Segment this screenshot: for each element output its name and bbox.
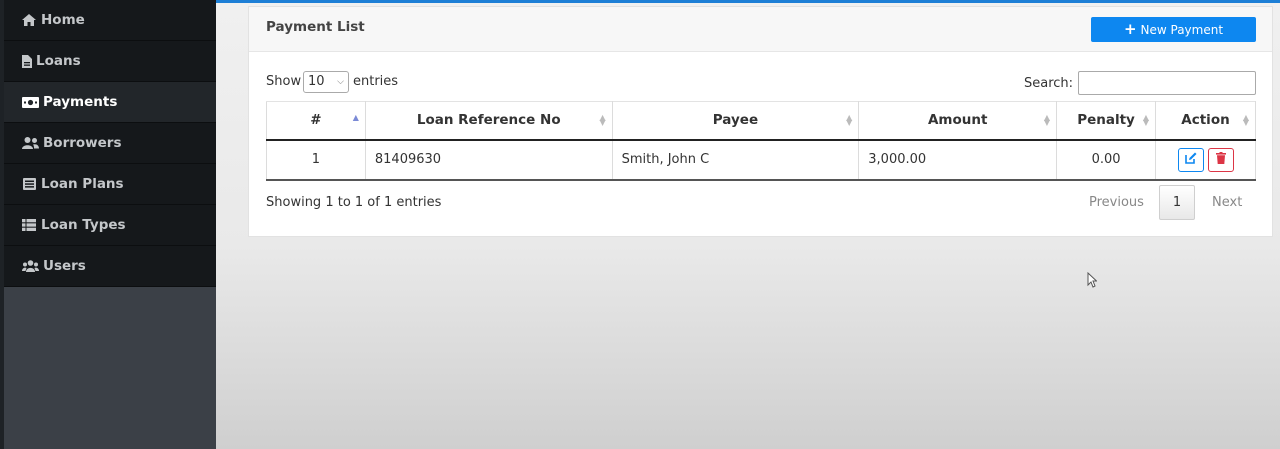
search-input[interactable] — [1078, 71, 1256, 95]
entries-label: entries — [353, 74, 399, 89]
next-page-button[interactable]: Next — [1212, 195, 1242, 210]
search-label: Search: — [1024, 76, 1074, 91]
sidebar-item-label: Payments — [43, 94, 118, 110]
column-label: Penalty — [1077, 112, 1135, 129]
sidebar-item-payments[interactable]: Payments — [4, 82, 216, 123]
trash-icon — [1215, 151, 1226, 168]
table-info: Showing 1 to 1 of 1 entries — [266, 195, 442, 210]
payment-table: # ▲ Loan Reference No ▲ ▼ Payee ▲ ▼ Amount… — [266, 101, 1256, 181]
sidebar-item-borrowers[interactable]: Borrowers — [4, 123, 216, 164]
page-title: Payment List — [266, 19, 365, 35]
new-payment-label: New Payment — [1140, 22, 1224, 37]
table-header-row: # ▲ Loan Reference No ▲ ▼ Payee ▲ ▼ Amount… — [266, 101, 1256, 141]
money-bill-icon — [21, 95, 39, 109]
sidebar-item-loan-types[interactable]: Loan Types — [4, 205, 216, 246]
list-alt-icon — [21, 177, 37, 191]
new-payment-button[interactable]: + New Payment — [1091, 17, 1256, 42]
cell-penalty: 0.00 — [1056, 139, 1156, 181]
column-header-amount[interactable]: Amount ▲ ▼ — [858, 101, 1058, 141]
sidebar-item-label: Borrowers — [43, 135, 122, 151]
edit-button[interactable] — [1177, 147, 1204, 172]
cell-action — [1155, 139, 1256, 181]
sidebar-nav: Home Loans Payments Borrowers Loan Plans — [4, 0, 216, 287]
sort-icon: ▲ ▼ — [846, 113, 853, 127]
th-list-icon — [21, 218, 37, 232]
plus-icon: + — [1123, 20, 1137, 38]
sidebar-item-users[interactable]: Users — [4, 246, 216, 287]
column-label: # — [310, 112, 322, 129]
pagination: Previous 1 Next — [1081, 185, 1256, 221]
page-length-value: 10 — [308, 74, 325, 89]
table-controls: Show 10 ⌵ entries Search: — [266, 71, 1256, 95]
cell-loan-ref: 81409630 — [364, 139, 613, 181]
cell-number: 1 — [266, 139, 366, 181]
file-icon — [21, 54, 32, 68]
sidebar-item-label: Loans — [36, 53, 81, 69]
sidebar-item-loans[interactable]: Loans — [4, 41, 216, 82]
table-row: 1 81409630 Smith, John C 3,000.00 0.00 — [266, 139, 1256, 181]
column-header-penalty[interactable]: Penalty ▲ ▼ — [1056, 101, 1156, 141]
cell-amount: 3,000.00 — [858, 139, 1058, 181]
previous-page-button[interactable]: Previous — [1089, 195, 1144, 210]
cell-payee: Smith, John C — [611, 139, 860, 181]
home-icon — [21, 13, 37, 27]
sidebar-item-loan-plans[interactable]: Loan Plans — [4, 164, 216, 205]
sidebar-item-label: Users — [43, 258, 86, 274]
sidebar-item-label: Home — [41, 12, 85, 28]
chevron-down-icon: ⌵ — [337, 77, 344, 87]
column-header-loan-ref[interactable]: Loan Reference No ▲ ▼ — [364, 101, 613, 141]
delete-button[interactable] — [1207, 147, 1234, 172]
show-label: Show — [266, 74, 302, 89]
sidebar-item-label: Loan Plans — [41, 176, 124, 192]
column-header-action[interactable]: Action ▲ ▼ — [1155, 101, 1256, 141]
card-header: Payment List + New Payment — [249, 7, 1272, 52]
column-label: Action — [1181, 112, 1230, 129]
top-accent-line — [216, 0, 1280, 3]
sort-icon: ▲ ▼ — [1242, 113, 1249, 127]
sort-icon: ▲ ▼ — [1043, 113, 1051, 127]
column-label: Loan Reference No — [416, 112, 561, 129]
page-length-select[interactable]: 10 ⌵ — [303, 71, 349, 93]
users-icon — [21, 259, 39, 273]
sort-icon: ▲ ▼ — [599, 113, 606, 127]
edit-icon — [1184, 152, 1197, 168]
column-header-payee[interactable]: Payee ▲ ▼ — [611, 101, 860, 141]
column-label: Amount — [927, 112, 988, 129]
payment-list-card: Payment List + New Payment Show 10 ⌵ ent… — [248, 6, 1273, 237]
main-content: Payment List + New Payment Show 10 ⌵ ent… — [216, 0, 1280, 449]
user-friends-icon — [21, 136, 39, 150]
column-label: Payee — [712, 112, 759, 129]
sort-icon: ▲ ▼ — [1142, 113, 1149, 127]
column-header-number[interactable]: # ▲ — [266, 101, 366, 141]
page-button-1[interactable]: 1 — [1159, 185, 1195, 220]
sidebar-item-label: Loan Types — [41, 217, 126, 233]
sidebar-item-home[interactable]: Home — [4, 0, 216, 41]
mouse-cursor-icon — [1087, 271, 1098, 292]
sort-asc-icon: ▲ — [352, 113, 359, 122]
sidebar: Home Loans Payments Borrowers Loan Plans — [0, 0, 216, 449]
